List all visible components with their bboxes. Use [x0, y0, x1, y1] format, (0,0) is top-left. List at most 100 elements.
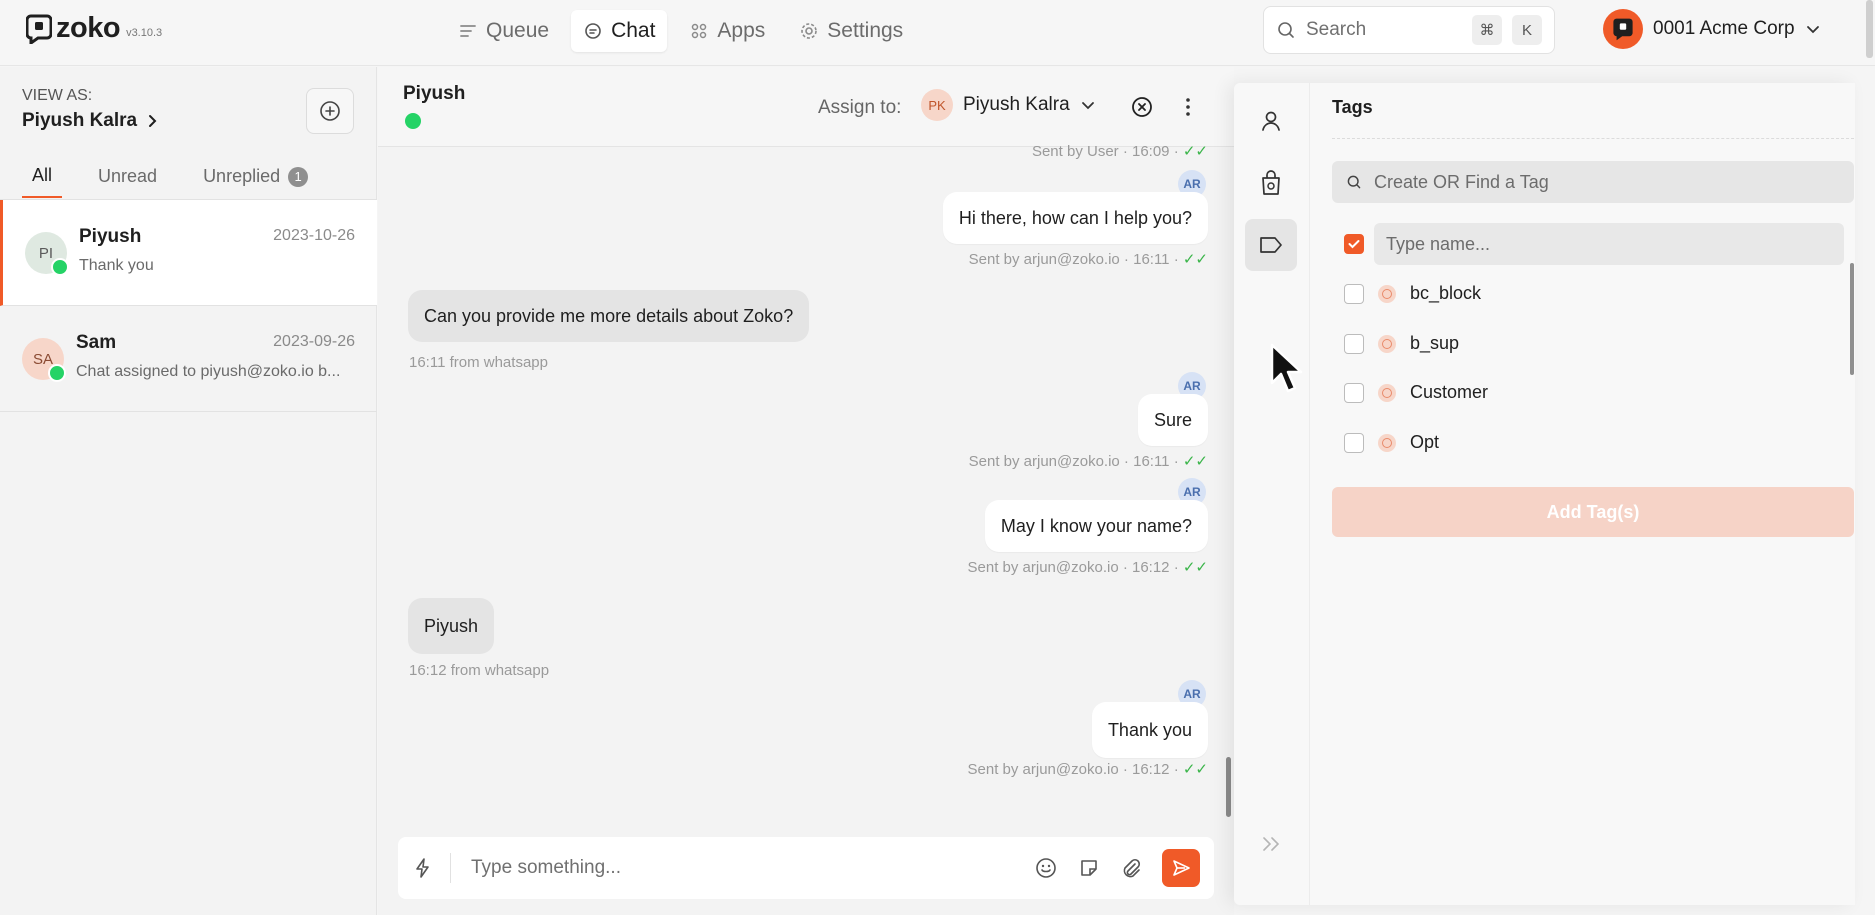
chat-panel: Piyush Assign to: PK Piyush Kalra Sent b…: [378, 67, 1234, 915]
tag-label: Opt: [1410, 432, 1440, 452]
nav-settings[interactable]: Settings: [787, 10, 915, 52]
conversation-name: Piyush: [79, 226, 142, 247]
composer-divider: [450, 853, 451, 883]
shortcut-key-k: K: [1512, 15, 1542, 45]
composer-actions: [1034, 856, 1142, 880]
account-switcher[interactable]: 0001 Acme Corp: [1603, 9, 1821, 49]
add-tags-button[interactable]: Add Tag(s): [1332, 487, 1854, 537]
emoji-icon[interactable]: [1034, 856, 1058, 880]
tags-divider: [1332, 138, 1854, 139]
message-composer: Type something...: [398, 837, 1214, 899]
nav-queue[interactable]: Queue: [446, 10, 561, 52]
tag-checkbox[interactable]: [1344, 333, 1364, 354]
assign-label: Assign to:: [818, 97, 902, 118]
orders-tab[interactable]: [1245, 157, 1297, 209]
message-input[interactable]: Type something...: [471, 857, 1034, 879]
new-chat-button[interactable]: [306, 88, 354, 134]
top-bar: zoko v3.10.3 Queue Chat Apps Settings Se…: [0, 0, 1875, 66]
details-panel-tabs: [1234, 83, 1310, 905]
assignee-dropdown[interactable]: PK Piyush Kalra: [921, 89, 1096, 121]
tag-checkbox[interactable]: [1344, 283, 1364, 304]
main-nav: Queue Chat Apps Settings: [446, 10, 915, 52]
new-tag-name-input[interactable]: Type name...: [1374, 223, 1844, 265]
conversation-list: PI Piyush 2023-10-26 Thank you SA Sam 20…: [0, 199, 377, 412]
chevron-right-icon: [149, 115, 157, 127]
contact-info-tab[interactable]: [1245, 95, 1297, 147]
tab-unread[interactable]: Unread: [88, 165, 167, 198]
expand-panel-button[interactable]: [1260, 835, 1282, 853]
tag-option[interactable]: b_sup: [1344, 333, 1459, 354]
app-version: v3.10.3: [126, 26, 163, 39]
app-logo[interactable]: zoko v3.10.3: [26, 12, 162, 45]
tag-list-scrollbar[interactable]: [1850, 263, 1854, 375]
chat-scrollbar[interactable]: [1226, 757, 1231, 817]
tags-panel-title: Tags: [1332, 97, 1373, 117]
new-tag-checkbox[interactable]: [1344, 234, 1364, 254]
tag-checkbox[interactable]: [1344, 382, 1364, 403]
message-meta: 16:11 from whatsapp: [409, 354, 548, 371]
view-as-label: VIEW AS:: [22, 87, 93, 104]
tag-color-icon: [1378, 383, 1396, 402]
attachment-icon[interactable]: [1120, 857, 1142, 879]
nav-queue-label: Queue: [486, 19, 550, 42]
tag-option[interactable]: Customer: [1344, 382, 1488, 403]
more-vertical-icon: [1186, 98, 1190, 116]
shopping-bag-icon: [1262, 170, 1280, 195]
message-bubble: May I know your name?: [984, 500, 1208, 552]
sticker-icon[interactable]: [1078, 857, 1100, 879]
tab-unread-label: Unread: [98, 166, 158, 186]
global-search[interactable]: Search ⌘ K: [1263, 6, 1555, 54]
message-bubble: Sure: [1137, 394, 1208, 446]
conversation-item[interactable]: PI Piyush 2023-10-26 Thank you: [0, 200, 377, 306]
message-meta: Sent by arjun@zoko.io · 16:11 · ✓✓: [968, 251, 1208, 268]
view-as-selector[interactable]: Piyush Kalra: [22, 110, 159, 132]
message-meta: Sent by arjun@zoko.io · 16:11 · ✓✓: [968, 453, 1208, 470]
close-chat-icon: [1132, 97, 1152, 117]
conversation-item[interactable]: SA Sam 2023-09-26 Chat assigned to piyus…: [0, 306, 377, 412]
chevron-down-icon: [1081, 102, 1094, 110]
nav-chat[interactable]: Chat: [571, 10, 668, 52]
close-chat-button[interactable]: [1130, 95, 1154, 119]
chat-contact-name: Piyush: [403, 83, 466, 104]
account-logo-icon: [1603, 9, 1643, 49]
tab-all[interactable]: All: [22, 165, 63, 198]
tag-icon: [1260, 237, 1282, 253]
tag-option[interactable]: Opt: [1344, 432, 1439, 453]
zoko-logo-icon: [26, 14, 52, 44]
double-chevron-right-icon: [1263, 837, 1280, 851]
tab-all-label: All: [32, 165, 53, 185]
assignee-name: Piyush Kalra: [963, 94, 1070, 115]
apps-icon: [692, 23, 707, 39]
message-list: Sent by User · 16:09 · ✓✓ AR Hi there, h…: [378, 143, 1234, 888]
tag-label: Customer: [1410, 382, 1489, 402]
message-meta: 16:12 from whatsapp: [409, 662, 550, 679]
page-scrollbar[interactable]: [1866, 0, 1873, 58]
tag-search-placeholder: Create OR Find a Tag: [1374, 171, 1549, 192]
tag-option[interactable]: bc_block: [1344, 283, 1481, 304]
conversation-date: 2023-09-26: [273, 333, 355, 350]
lightning-icon[interactable]: [412, 857, 434, 879]
chevron-down-icon: [1806, 26, 1819, 34]
search-icon: [1278, 22, 1294, 38]
send-button[interactable]: [1162, 849, 1200, 887]
queue-icon: [460, 25, 476, 37]
mouse-cursor-icon: [1270, 343, 1303, 393]
details-panel: Tags Create OR Find a Tag Type name... b…: [1234, 83, 1855, 905]
tags-tab[interactable]: [1245, 219, 1297, 271]
message-bubble: Hi there, how can I help you?: [942, 192, 1208, 244]
avatar: PK: [921, 89, 953, 121]
more-options-button[interactable]: [1178, 95, 1198, 119]
tab-unreplied-label: Unreplied: [203, 166, 281, 186]
tab-unreplied[interactable]: Unreplied 1: [193, 165, 318, 198]
tag-checkbox[interactable]: [1344, 432, 1364, 453]
conversation-tabs: All Unread Unreplied 1: [22, 165, 344, 198]
message-meta: Sent by arjun@zoko.io · 16:12 · ✓✓: [967, 761, 1208, 778]
search-input[interactable]: Search: [1306, 19, 1462, 41]
tag-search-input[interactable]: Create OR Find a Tag: [1332, 161, 1854, 203]
conversation-preview: Chat assigned to piyush@zoko.io b...: [76, 363, 341, 380]
check-icon: [1348, 240, 1360, 249]
nav-apps[interactable]: Apps: [677, 10, 777, 52]
nav-settings-label: Settings: [827, 19, 904, 42]
tag-color-icon: [1378, 334, 1396, 353]
account-name: 0001 Acme Corp: [1653, 18, 1795, 39]
